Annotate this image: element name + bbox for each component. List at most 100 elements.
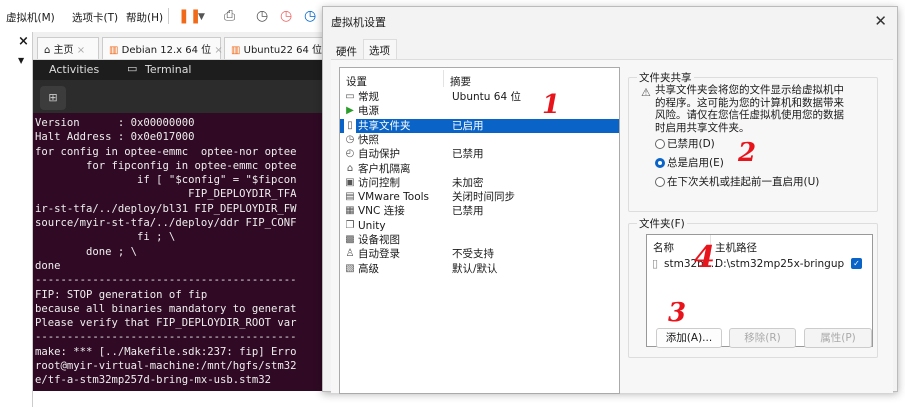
add-folder-button[interactable]: 添加(A)...: [656, 328, 722, 348]
vm-icon: ▥: [109, 45, 122, 56]
shared-folder-icon: ▯: [652, 257, 659, 270]
settings-item-name: 快照: [358, 133, 379, 146]
settings-item-name: 自动保护: [358, 148, 400, 161]
settings-item[interactable]: ◴ 自动保护 已禁用: [340, 147, 619, 161]
snapshot-icon[interactable]: ◷: [256, 8, 268, 24]
settings-item[interactable]: ▧ 高级 默认/默认: [340, 262, 619, 276]
annotation-1: 1: [542, 90, 561, 120]
settings-item-name: 客户机隔离: [358, 162, 411, 175]
snapshot-manager-icon[interactable]: ◷: [304, 8, 316, 24]
device-view-icon: ▩: [345, 234, 355, 245]
access-control-icon: ▣: [345, 176, 355, 188]
settings-item[interactable]: ⌂ 客户机隔离: [340, 162, 619, 176]
settings-item[interactable]: ▤ VMware Tools 关闭时间同步: [340, 190, 619, 204]
settings-item[interactable]: ▭ 常规 Ubuntu 64 位: [340, 90, 619, 104]
menu-help[interactable]: 帮助(H): [126, 10, 163, 25]
settings-item[interactable]: ♙ 自动登录 不受支持: [340, 247, 619, 261]
new-tab-button[interactable]: ⊞: [40, 86, 66, 110]
annotation-3: 3: [668, 298, 687, 328]
revert-snapshot-icon[interactable]: ◷: [280, 8, 292, 24]
radio-until-poweroff[interactable]: 在下次关机或挂起前一直启用(U): [655, 174, 819, 189]
close-icon[interactable]: ✕: [874, 12, 887, 30]
terminal-line: if [ "$config" = "$fipcon: [35, 174, 297, 187]
terminal-line: e/tf-a-stm32mp257d-bring-mx-usb.stm32: [35, 374, 271, 387]
radio-checked-icon: [655, 157, 665, 168]
settings-item[interactable]: ▶ 电源: [340, 104, 619, 118]
menu-vm[interactable]: 虚拟机(M): [6, 10, 55, 25]
close-icon[interactable]: ×: [77, 45, 85, 56]
close-icon[interactable]: ×: [18, 34, 29, 49]
tab-ubuntu22[interactable]: ▥ Ubuntu22 64 位: [224, 37, 323, 59]
terminal-line: ----------------------------------------…: [35, 331, 297, 344]
tab-debian[interactable]: ▥ Debian 12.x 64 位 ×: [102, 37, 223, 59]
close-icon[interactable]: ×: [214, 45, 222, 56]
settings-item[interactable]: ▦ VNC 连接 已禁用: [340, 204, 619, 218]
terminal-line: for config in optee-emmc optee-nor optee: [35, 145, 297, 158]
user-icon: ♙: [345, 248, 355, 260]
settings-item[interactable]: ▯ 共享文件夹 已启用: [340, 118, 619, 133]
settings-item-name: 常规: [358, 91, 379, 103]
gnome-topbar: Activities ▭ Terminal: [33, 60, 323, 80]
vm-icon: ▤: [345, 191, 355, 203]
folder-enabled-checkbox[interactable]: ✓: [851, 258, 862, 269]
settings-item[interactable]: ◷ 快照: [340, 133, 619, 147]
new-tab-icon: ⊞: [48, 91, 58, 104]
terminal-line: for fipconfig in optee-emmc optee: [35, 159, 297, 172]
terminal-line: root@myir-virtual-machine:/mnt/hgfs/stm3…: [35, 360, 297, 373]
chevron-down-icon[interactable]: ▼: [198, 12, 205, 22]
settings-item-summary: 关闭时间同步: [452, 191, 515, 204]
annotation-2: 2: [738, 138, 757, 168]
clock-icon: ◴: [345, 148, 355, 160]
folder-properties-button[interactable]: 属性(P): [804, 328, 872, 348]
settings-item-name: 共享文件夹: [358, 119, 411, 132]
settings-item-name: 自动登录: [358, 248, 400, 261]
terminal-line: Halt Address : 0x0e017000: [35, 131, 195, 144]
lock-icon: ⌂: [346, 162, 354, 174]
terminal-line: FIP: STOP generation of fip: [35, 288, 208, 301]
header-summary: 摘要: [450, 76, 471, 88]
chevron-down-icon[interactable]: ▼: [18, 56, 24, 65]
settings-item-name: 高级: [358, 262, 379, 275]
vnc-icon: ▦: [345, 205, 355, 217]
tab-options[interactable]: 选项: [363, 39, 397, 59]
folder-path: D:\stm32mp25x-bringup: [715, 258, 845, 270]
snapshot-icon: ◷: [345, 133, 355, 145]
menu-tabs[interactable]: 选项卡(T): [72, 10, 118, 25]
settings-item-summary: 已禁用: [452, 148, 484, 161]
terminal-output[interactable]: Version : 0x00000000 Halt Address : 0x0e0…: [33, 113, 323, 391]
annotation-4: 4: [694, 240, 715, 275]
terminal-line: Please verify that FIP_DEPLOYDIR_ROOT va…: [35, 317, 297, 330]
shared-folder-icon: ▯: [344, 118, 356, 133]
remove-folder-button[interactable]: 移除(R): [729, 328, 796, 348]
settings-item[interactable]: ▩ 设备视图: [340, 233, 619, 247]
tab-home[interactable]: ⌂ 主页 ×: [37, 37, 99, 59]
settings-item-summary: 已禁用: [452, 205, 484, 218]
settings-item-summary: 未加密: [452, 176, 484, 189]
settings-item-summary: 不受支持: [452, 248, 494, 261]
vm-icon: ▥: [231, 45, 244, 56]
sharing-warning-text: 共享文件夹会将您的文件显示给虚拟机中的程序。这可能为您的计算机和数据带来风险。请…: [655, 84, 844, 134]
settings-item-name: 访问控制: [358, 176, 400, 189]
activities-button[interactable]: Activities: [49, 63, 99, 76]
settings-item[interactable]: ▣ 访问控制 未加密: [340, 176, 619, 190]
terminal-line: make: *** [../Makefile.sdk:237: fip] Err…: [35, 345, 297, 358]
terminal-icon: ▭: [127, 62, 138, 75]
terminal-line: because all binaries mandatory to genera…: [35, 302, 297, 315]
app-menu[interactable]: Terminal: [145, 63, 192, 76]
divider: [443, 70, 444, 87]
header-name: 名称: [653, 242, 674, 254]
options-panel: 设置 摘要 ▭ 常规 Ubuntu 64 位 ▶ 电源 ▯ 共享文件夹 已启用 ◷ 快照 ◴ 自动保护…: [331, 59, 893, 394]
radio-disabled[interactable]: 已禁用(D): [655, 136, 715, 151]
settings-item[interactable]: ❐ Unity: [340, 219, 619, 233]
home-icon: ⌂: [44, 45, 54, 56]
library-sidebar: × ▼: [0, 32, 33, 407]
settings-item-name: 电源: [358, 105, 379, 118]
settings-item-name: Unity: [358, 219, 386, 232]
tab-hardware[interactable]: 硬件: [331, 41, 362, 61]
radio-icon: [655, 138, 665, 149]
folder-row[interactable]: ▯ stm32m... D:\stm32mp25x-bringup ✓: [647, 257, 872, 273]
warning-icon: ⚠: [641, 86, 651, 99]
settings-item-name: VNC 连接: [358, 205, 405, 218]
send-keys-icon[interactable]: ⎙: [224, 8, 235, 24]
radio-always-enabled[interactable]: 总是启用(E): [655, 155, 724, 170]
